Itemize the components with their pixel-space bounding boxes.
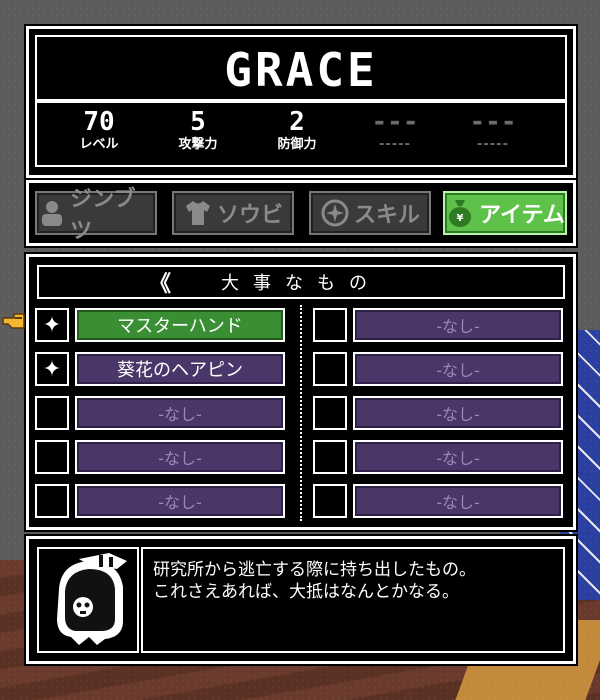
stat-value: 2: [289, 107, 305, 137]
section-title: 大事なもの: [221, 273, 381, 294]
empty-checkbox: [313, 440, 347, 474]
tab-item[interactable]: ¥ アイテム: [443, 191, 567, 235]
tab-label: ジンブツ: [70, 187, 136, 244]
ghost-hand-icon: [57, 553, 127, 645]
stat-level: 70 レベル: [59, 107, 139, 153]
item-slot[interactable]: -なし-: [353, 352, 563, 386]
section-header: 《 大事なもの: [37, 265, 565, 299]
stat-value: ---: [371, 107, 419, 137]
tab-soubi[interactable]: ソウビ: [172, 191, 294, 235]
description-line-1: 研究所から逃亡する際に持ち出したもの。: [153, 560, 476, 580]
empty-checkbox: [313, 396, 347, 430]
menu-tabs-panel: ジンブツ ソウビ スキル ¥ アイテム: [26, 180, 576, 246]
character-header-panel: GRACE 70 レベル 5 攻撃力 2 防御力 --- ----- --- -…: [26, 26, 576, 178]
item-slot[interactable]: -なし-: [75, 440, 285, 474]
empty-checkbox: [313, 484, 347, 518]
description-text-box: 研究所から逃亡する際に持ち出したもの。 これさえあれば、大抵はなんとかなる。: [141, 547, 565, 653]
owned-checkbox: ✦: [35, 352, 69, 386]
shirt-icon: [183, 198, 213, 228]
item-slot[interactable]: -なし-: [353, 484, 563, 518]
column-divider: [300, 305, 302, 521]
empty-checkbox: [313, 308, 347, 342]
stat-value: 5: [190, 107, 206, 137]
stat-label: レベル: [79, 137, 119, 152]
character-name: GRACE: [224, 43, 378, 97]
stat-label: 防御力: [277, 137, 317, 152]
tab-skill[interactable]: スキル: [309, 191, 431, 235]
stat-label: 攻撃力: [178, 137, 218, 152]
person-icon: [37, 198, 66, 228]
item-slot[interactable]: -なし-: [353, 308, 563, 342]
item-slot[interactable]: 葵花のヘアピン: [75, 352, 285, 386]
tab-jinbutsu[interactable]: ジンブツ: [35, 187, 157, 244]
empty-checkbox: [313, 352, 347, 386]
description-line-2: これさえあれば、大抵はなんとかなる。: [153, 582, 459, 602]
pointing-hand-cursor-icon: [2, 312, 26, 330]
empty-checkbox: [35, 396, 69, 430]
name-box: GRACE: [35, 35, 567, 101]
tab-label: アイテム: [479, 203, 565, 228]
tab-label: ソウビ: [216, 203, 283, 228]
back-arrow-button[interactable]: 《: [149, 266, 171, 298]
empty-checkbox: [35, 484, 69, 518]
stat-value: 70: [83, 107, 115, 137]
item-description-panel: 研究所から逃亡する際に持ち出したもの。 これさえあれば、大抵はなんとかなる。: [26, 536, 576, 664]
bag-icon: ¥: [445, 198, 475, 228]
key-items-panel: 《 大事なもの ✦ マスターハンド ✦ 葵花のヘアピン -なし- -なし- -な…: [26, 254, 576, 530]
stat-defense: 2 防御力: [257, 107, 337, 153]
stats-box: 70 レベル 5 攻撃力 2 防御力 --- ----- --- -----: [35, 101, 567, 167]
item-slot[interactable]: -なし-: [353, 440, 563, 474]
item-slot[interactable]: -なし-: [353, 396, 563, 430]
owned-checkbox: ✦: [35, 308, 69, 342]
empty-checkbox: [35, 440, 69, 474]
item-slot[interactable]: -なし-: [75, 396, 285, 430]
stat-empty-2: --- -----: [453, 107, 533, 153]
compass-star-icon: [320, 198, 350, 228]
item-slot[interactable]: -なし-: [75, 484, 285, 518]
stat-empty-1: --- -----: [355, 107, 435, 153]
item-slot[interactable]: マスターハンド: [75, 308, 285, 342]
tab-label: スキル: [353, 203, 420, 228]
stat-label: -----: [379, 137, 411, 152]
stat-attack: 5 攻撃力: [158, 107, 238, 153]
item-portrait: [37, 547, 139, 653]
stat-label: -----: [477, 137, 509, 152]
stat-value: ---: [469, 107, 517, 137]
svg-text:¥: ¥: [457, 213, 464, 224]
